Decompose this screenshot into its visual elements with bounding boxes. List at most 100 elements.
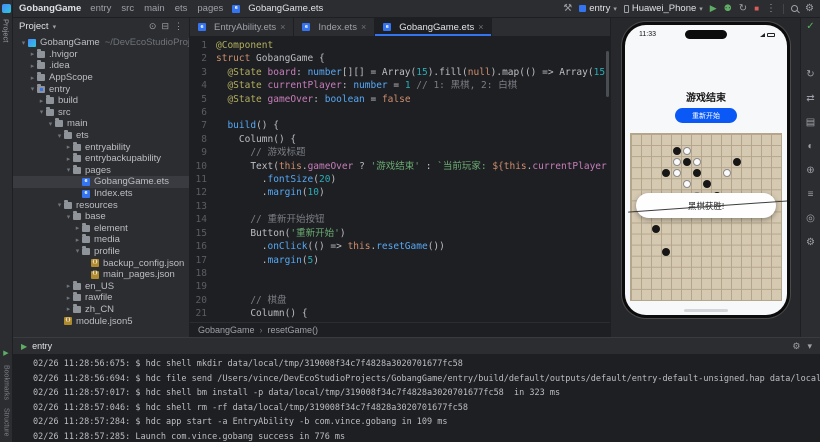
chevron-icon[interactable]: ▸ [28, 62, 37, 70]
inspector-icon[interactable]: ⊕ [806, 166, 814, 176]
chevron-icon[interactable]: ▸ [64, 294, 73, 302]
chevron-icon[interactable]: ▸ [73, 236, 82, 244]
code-line[interactable]: 8 Column() { [190, 133, 610, 146]
tree-item[interactable]: {}module.json5 [13, 315, 189, 327]
tree-item[interactable]: ▾GobangGame~/DevEcoStudioProjects/Goba [13, 37, 189, 49]
build-hammer-icon[interactable]: ⚒ [563, 4, 572, 14]
tree-item[interactable]: ▸en_US [13, 280, 189, 292]
run-config-selector[interactable]: entry ▾ [579, 3, 617, 14]
code-line[interactable]: 14 // 重新开始按钮 [190, 213, 610, 226]
chevron-icon[interactable]: ▾ [55, 132, 64, 140]
tree-item[interactable]: ▾ets [13, 130, 189, 142]
chevron-icon[interactable]: ▸ [64, 143, 73, 151]
target-icon[interactable]: ◎ [806, 214, 815, 224]
breadcrumb-item[interactable]: entry [90, 3, 111, 14]
tree-item[interactable]: {}main_pages.json [13, 269, 189, 281]
run-tool-window-icon[interactable]: ▶ [3, 349, 8, 357]
code-line[interactable]: 3 @State board: number[][] = Array(15).f… [190, 66, 610, 79]
chevron-icon[interactable]: ▸ [37, 97, 46, 105]
tree-item[interactable]: ▸.hvigor [13, 49, 189, 61]
chevron-icon[interactable]: ▾ [73, 247, 82, 255]
tree-item[interactable]: eGobangGame.ets [13, 176, 189, 188]
editor-scrollbar[interactable] [606, 51, 609, 97]
chevron-icon[interactable]: ▾ [55, 201, 64, 209]
success-check-icon[interactable]: ✓ [806, 22, 814, 32]
project-name[interactable]: GobangGame [19, 3, 81, 14]
tree-item[interactable]: ▸entrybackupability [13, 153, 189, 165]
component-list-icon[interactable]: ≡ [808, 190, 814, 200]
code-line[interactable]: 10 Text(this.gameOver ? '游戏结束' : `当前玩家: … [190, 160, 610, 173]
run-button[interactable]: ▶ [710, 3, 717, 14]
tree-item[interactable]: ▸build [13, 95, 189, 107]
chevron-icon[interactable]: ▸ [73, 224, 82, 232]
editor-tab[interactable]: eGobangGame.ets× [375, 18, 492, 36]
code-area[interactable]: 1@Component2struct GobangGame {3 @State … [190, 37, 610, 322]
chevron-icon[interactable]: ▾ [28, 85, 37, 93]
more-actions-icon[interactable]: ⋮ [766, 4, 776, 14]
editor-tab[interactable]: eEntryAbility.ets× [190, 18, 294, 36]
breadcrumb-item[interactable]: pages [197, 3, 223, 14]
code-line[interactable]: 7 build() { [190, 119, 610, 132]
code-line[interactable]: 18 [190, 267, 610, 280]
chevron-icon[interactable]: ▾ [19, 39, 28, 47]
tree-item[interactable]: ▸.idea [13, 60, 189, 72]
chevron-icon[interactable]: ▸ [28, 74, 37, 82]
restart-button[interactable]: 重新开始 [675, 108, 737, 123]
code-line[interactable]: 11 .fontSize(20) [190, 173, 610, 186]
rerun-icon[interactable]: ↻ [739, 4, 747, 14]
refresh-icon[interactable]: ↻ [806, 70, 814, 80]
code-line[interactable]: 4 @State currentPlayer: number = 1 // 1:… [190, 79, 610, 92]
code-line[interactable]: 9 // 游戏标题 [190, 146, 610, 159]
code-line[interactable]: 20 // 棋盘 [190, 294, 610, 307]
panel-options-icon[interactable]: ⋮ [174, 21, 183, 32]
breadcrumb-item[interactable]: src [121, 3, 134, 14]
close-icon[interactable]: × [478, 22, 483, 32]
previewer-settings-icon[interactable]: ⚙ [806, 238, 815, 248]
stop-button[interactable]: ■ [754, 4, 759, 13]
editor-tab[interactable]: eIndex.ets× [294, 18, 375, 36]
tree-item[interactable]: ▸media [13, 234, 189, 246]
project-panel-title[interactable]: Project [19, 21, 49, 32]
tree-item[interactable]: ▾base [13, 211, 189, 223]
chevron-icon[interactable]: ▸ [64, 155, 73, 163]
tree-item[interactable]: ▸AppScope [13, 72, 189, 84]
chevron-down-icon[interactable]: ▾ [53, 23, 57, 31]
tree-item[interactable]: ▸element [13, 223, 189, 235]
theme-toggle-icon[interactable]: ◐ [807, 142, 813, 152]
console-settings-icon[interactable]: ⚙ [792, 341, 800, 352]
project-tree[interactable]: ▾GobangGame~/DevEcoStudioProjects/Goba▸.… [13, 35, 189, 337]
run-tab[interactable]: entry [32, 341, 52, 351]
editor-breadcrumb-item[interactable]: resetGame() [268, 325, 319, 335]
tool-window-button-structure[interactable]: Structure [3, 408, 10, 436]
code-line[interactable]: 15 Button('重新开始') [190, 227, 610, 240]
code-line[interactable]: 6 [190, 106, 610, 119]
tree-item[interactable]: ▾main [13, 118, 189, 130]
code-line[interactable]: 5 @State gameOver: boolean = false [190, 93, 610, 106]
collapse-all-icon[interactable]: ⊟ [161, 21, 169, 32]
close-icon[interactable]: × [280, 22, 285, 32]
hide-panel-icon[interactable]: ▾ [807, 341, 812, 352]
chevron-icon[interactable]: ▸ [64, 305, 73, 313]
tree-item[interactable]: ▸entryability [13, 141, 189, 153]
tool-window-button-project[interactable]: Project [2, 19, 11, 42]
tree-item[interactable]: ▾entry [13, 83, 189, 95]
console-output[interactable]: 02/26 11:28:56:675: $ hdc shell mkdir da… [13, 354, 820, 442]
code-line[interactable]: 12 .margin(10) [190, 186, 610, 199]
search-icon[interactable] [791, 5, 798, 12]
tool-window-button-bookmarks[interactable]: Bookmarks [3, 365, 10, 400]
code-line[interactable]: 16 .onClick(() => this.resetGame()) [190, 240, 610, 253]
chevron-icon[interactable]: ▾ [64, 166, 73, 174]
code-line[interactable]: 19 [190, 280, 610, 293]
editor-breadcrumb-item[interactable]: GobangGame [198, 325, 255, 335]
tree-item[interactable]: eIndex.ets [13, 188, 189, 200]
current-file-chip[interactable]: e GobangGame.ets [232, 3, 323, 14]
locate-file-icon[interactable]: ⊙ [149, 21, 157, 32]
tree-item[interactable]: ▾resources [13, 199, 189, 211]
device-selector[interactable]: Huawei_Phone ▾ [624, 3, 703, 14]
breadcrumb-item[interactable]: main [144, 3, 165, 14]
tree-item[interactable]: ▸rawfile [13, 292, 189, 304]
settings-gear-icon[interactable]: ⚙ [805, 4, 814, 14]
chevron-icon[interactable]: ▾ [64, 213, 73, 221]
debug-button[interactable]: ⚉ [724, 3, 732, 14]
chevron-icon[interactable]: ▸ [28, 50, 37, 58]
